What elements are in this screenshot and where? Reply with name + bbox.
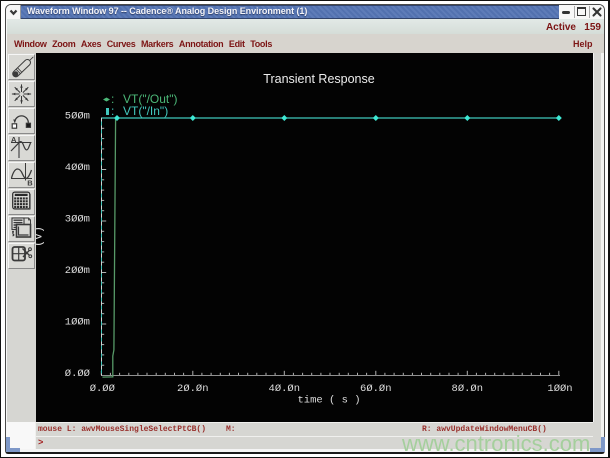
svg-text:4ØØm: 4ØØm xyxy=(65,162,90,174)
svg-text:4Ø.Øn: 4Ø.Øn xyxy=(269,383,301,395)
svg-text:B: B xyxy=(27,179,33,188)
svg-text:5ØØm: 5ØØm xyxy=(65,111,90,123)
svg-text:2ØØm: 2ØØm xyxy=(65,265,90,277)
svg-text:Ø.ØØ: Ø.ØØ xyxy=(90,383,115,395)
svg-text::: : xyxy=(111,104,114,118)
svg-text:A: A xyxy=(11,136,17,144)
svg-text:3ØØm: 3ØØm xyxy=(65,214,90,226)
svg-text:8Ø.Øn: 8Ø.Øn xyxy=(452,383,484,395)
svg-text:(V): (V) xyxy=(36,226,46,247)
svg-text:time ( s ): time ( s ) xyxy=(297,395,360,407)
svg-text:Ø.ØØ: Ø.ØØ xyxy=(65,368,90,380)
svg-text:1ØØn: 1ØØn xyxy=(547,383,572,395)
svg-text:VT("/In"): VT("/In") xyxy=(123,104,168,118)
svg-text:2Ø.Øn: 2Ø.Øn xyxy=(177,383,209,395)
svg-text:Transient Response: Transient Response xyxy=(263,72,374,86)
svg-text:1ØØm: 1ØØm xyxy=(65,317,90,329)
svg-text:6Ø.Øn: 6Ø.Øn xyxy=(360,383,392,395)
